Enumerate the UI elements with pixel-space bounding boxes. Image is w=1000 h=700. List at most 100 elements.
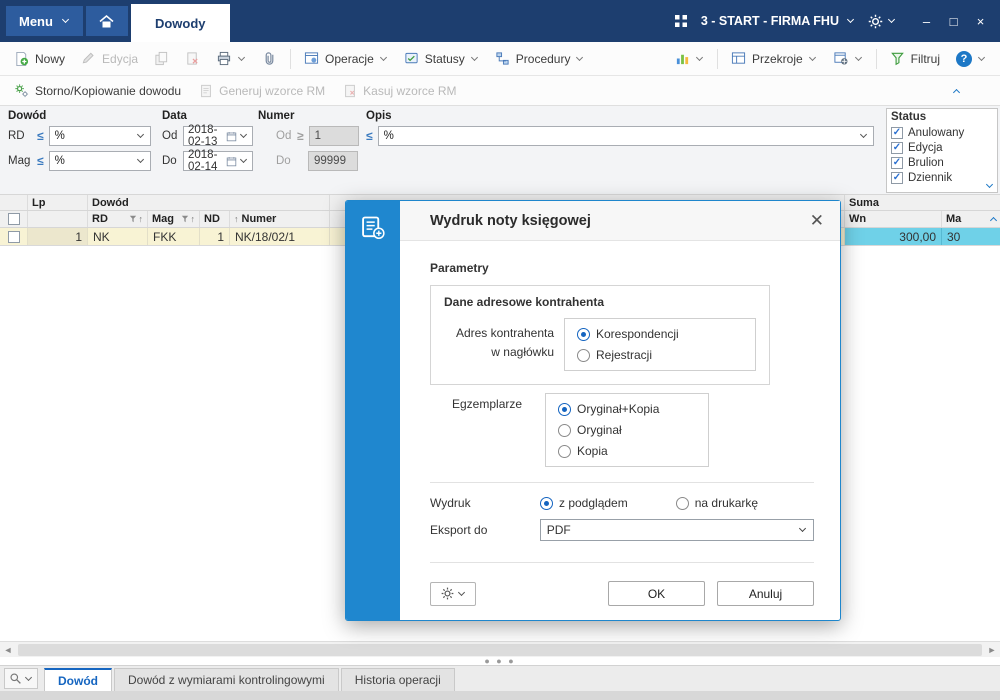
procedures-icon (496, 52, 509, 65)
statuses-button[interactable]: Statusy (397, 46, 486, 71)
header-col-wn[interactable]: Wn (845, 211, 942, 227)
copy-icon (155, 51, 168, 66)
header-col-number[interactable]: ↑ Numer (230, 211, 330, 227)
tab-dowody[interactable]: Dowody (130, 4, 230, 42)
procedures-button[interactable]: Procedury (488, 46, 592, 71)
chevron-down-icon (855, 55, 863, 63)
col-mag-icons[interactable]: ↑ (181, 214, 195, 224)
view-settings-button[interactable] (826, 46, 870, 71)
header-col-nd[interactable]: ND (200, 211, 230, 227)
header-select-all[interactable] (0, 211, 28, 227)
col-rd-icons[interactable]: ↑ (129, 214, 143, 224)
filter-button[interactable]: Filtruj (883, 46, 947, 71)
status-option-brulion[interactable]: Brulion (891, 155, 993, 170)
menu-button[interactable]: Menu (6, 6, 83, 36)
description-operator-button[interactable]: ≤ (366, 129, 373, 143)
radio-oryginal-kopia[interactable]: Oryginał+Kopia (558, 402, 696, 416)
calendar-icon (226, 131, 237, 141)
radio-oryginal[interactable]: Oryginał (558, 423, 696, 437)
export-select[interactable]: PDF (539, 519, 814, 541)
scroll-left-button[interactable]: ◄ (0, 642, 16, 657)
bottom-tab-historia[interactable]: Historia operacji (340, 668, 455, 691)
row-number-cell: NK/18/02/1 (230, 228, 330, 245)
header-group-sum[interactable]: Suma (845, 195, 1000, 210)
home-button[interactable] (85, 6, 128, 36)
ok-button[interactable]: OK (608, 581, 705, 606)
settings-button[interactable] (868, 14, 896, 29)
number-to-value: 99999 (314, 155, 346, 167)
chevron-down-icon (799, 526, 807, 534)
bottom-tab-dowod[interactable]: Dowód (44, 668, 112, 691)
chart-button[interactable] (668, 46, 711, 71)
radio-kopia[interactable]: Kopia (558, 444, 696, 458)
header-col-mag[interactable]: Mag ↑ (148, 211, 200, 227)
scroll-right-button[interactable]: ► (984, 642, 1000, 657)
scrollbar-thumb[interactable] (18, 644, 982, 656)
new-button[interactable]: Nowy (7, 46, 72, 71)
storno-button[interactable]: Storno/Kopiowanie dowodu (7, 78, 188, 103)
export-value: PDF (546, 523, 571, 537)
storno-label: Storno/Kopiowanie dowodu (35, 83, 182, 98)
minimize-button[interactable]: – (913, 8, 940, 35)
dialog-close-button[interactable]: ✕ (810, 212, 824, 229)
dialog-titlebar: Wydruk noty księgowej ✕ (400, 201, 840, 241)
horizontal-scrollbar[interactable]: ◄ ► (0, 641, 1000, 657)
row-select-cell[interactable] (0, 228, 28, 245)
rd-combo[interactable]: % (48, 126, 151, 146)
header-col-rd[interactable]: RD ↑ (88, 211, 148, 227)
bottom-tab-wymiary[interactable]: Dowód z wymiarami kontrolingowymi (114, 668, 339, 691)
sections-icon (731, 52, 746, 64)
radio-z-podgladem[interactable]: z podglądem (540, 496, 628, 510)
radio-korespondencji[interactable]: Korespondencji (577, 327, 743, 341)
print-button[interactable] (209, 46, 253, 71)
date-to-input[interactable]: 2018-02-14 (183, 149, 253, 173)
col-number-icons[interactable]: ↑ (234, 214, 239, 224)
maximize-button[interactable]: □ (940, 8, 967, 35)
header-lp[interactable]: Lp (28, 195, 88, 210)
pane-splitter-handle[interactable]: ● ● ● (0, 656, 1000, 666)
company-selector[interactable]: 3 - START - FIRMA FHU (701, 14, 855, 28)
apps-grid-icon[interactable] (674, 14, 688, 28)
mag-combo[interactable]: % (48, 151, 151, 171)
radio-na-drukarke[interactable]: na drukarkę (675, 496, 759, 510)
view-search-button[interactable] (4, 668, 38, 689)
titlebar-right: 3 - START - FIRMA FHU – □ × (674, 8, 1000, 35)
status-option-anulowany[interactable]: Anulowany (891, 125, 993, 140)
sections-button[interactable]: Przekroje (724, 46, 824, 71)
close-button[interactable]: × (967, 8, 994, 35)
collapse-sum-panel-button[interactable] (990, 215, 998, 223)
filter-label: Filtruj (910, 51, 940, 66)
status-scroll-down-button[interactable] (986, 182, 994, 190)
radio-selected-icon (540, 496, 553, 510)
chevron-down-icon (978, 55, 986, 63)
radio-label: na drukarkę (694, 496, 759, 510)
home-icon (99, 14, 114, 27)
chevron-down-icon (847, 17, 855, 25)
rd-operator-button[interactable]: ≤ (37, 129, 44, 143)
date-from-input[interactable]: 2018-02-13 (183, 124, 253, 148)
help-button[interactable]: ? (949, 46, 993, 72)
edit-button[interactable]: Edycja (74, 46, 145, 71)
cancel-button[interactable]: Anuluj (717, 581, 814, 606)
copy-button[interactable] (147, 46, 176, 71)
dialog-settings-button[interactable] (430, 581, 476, 606)
number-to-input[interactable]: 99999 (308, 151, 358, 171)
status-option-dziennik[interactable]: Dziennik (891, 170, 993, 185)
generate-rm-button[interactable]: Generuj wzorce RM (192, 79, 332, 103)
mag-operator-button[interactable]: ≤ (37, 154, 44, 168)
description-combo[interactable]: % (377, 126, 874, 146)
status-option-edycja[interactable]: Edycja (891, 140, 993, 155)
number-from-input[interactable]: 1 (308, 126, 359, 146)
radio-unselected-icon (558, 444, 571, 458)
checkbox-unchecked-icon (7, 230, 20, 243)
operations-button[interactable]: Operacje (297, 46, 395, 71)
radio-rejestracji[interactable]: Rejestracji (577, 348, 743, 362)
collapse-filter-panel-button[interactable] (948, 82, 966, 100)
header-group-document[interactable]: Dowód (88, 195, 330, 210)
delete-button[interactable] (178, 46, 207, 71)
attachment-button[interactable] (255, 46, 284, 71)
window-titlebar: Menu Dowody 3 - START - FIRMA FHU – □ × (0, 0, 1000, 42)
edit-button-label: Edycja (102, 51, 139, 66)
delete-rm-button[interactable]: Kasuj wzorce RM (336, 79, 463, 103)
mag-label: Mag (8, 155, 31, 167)
